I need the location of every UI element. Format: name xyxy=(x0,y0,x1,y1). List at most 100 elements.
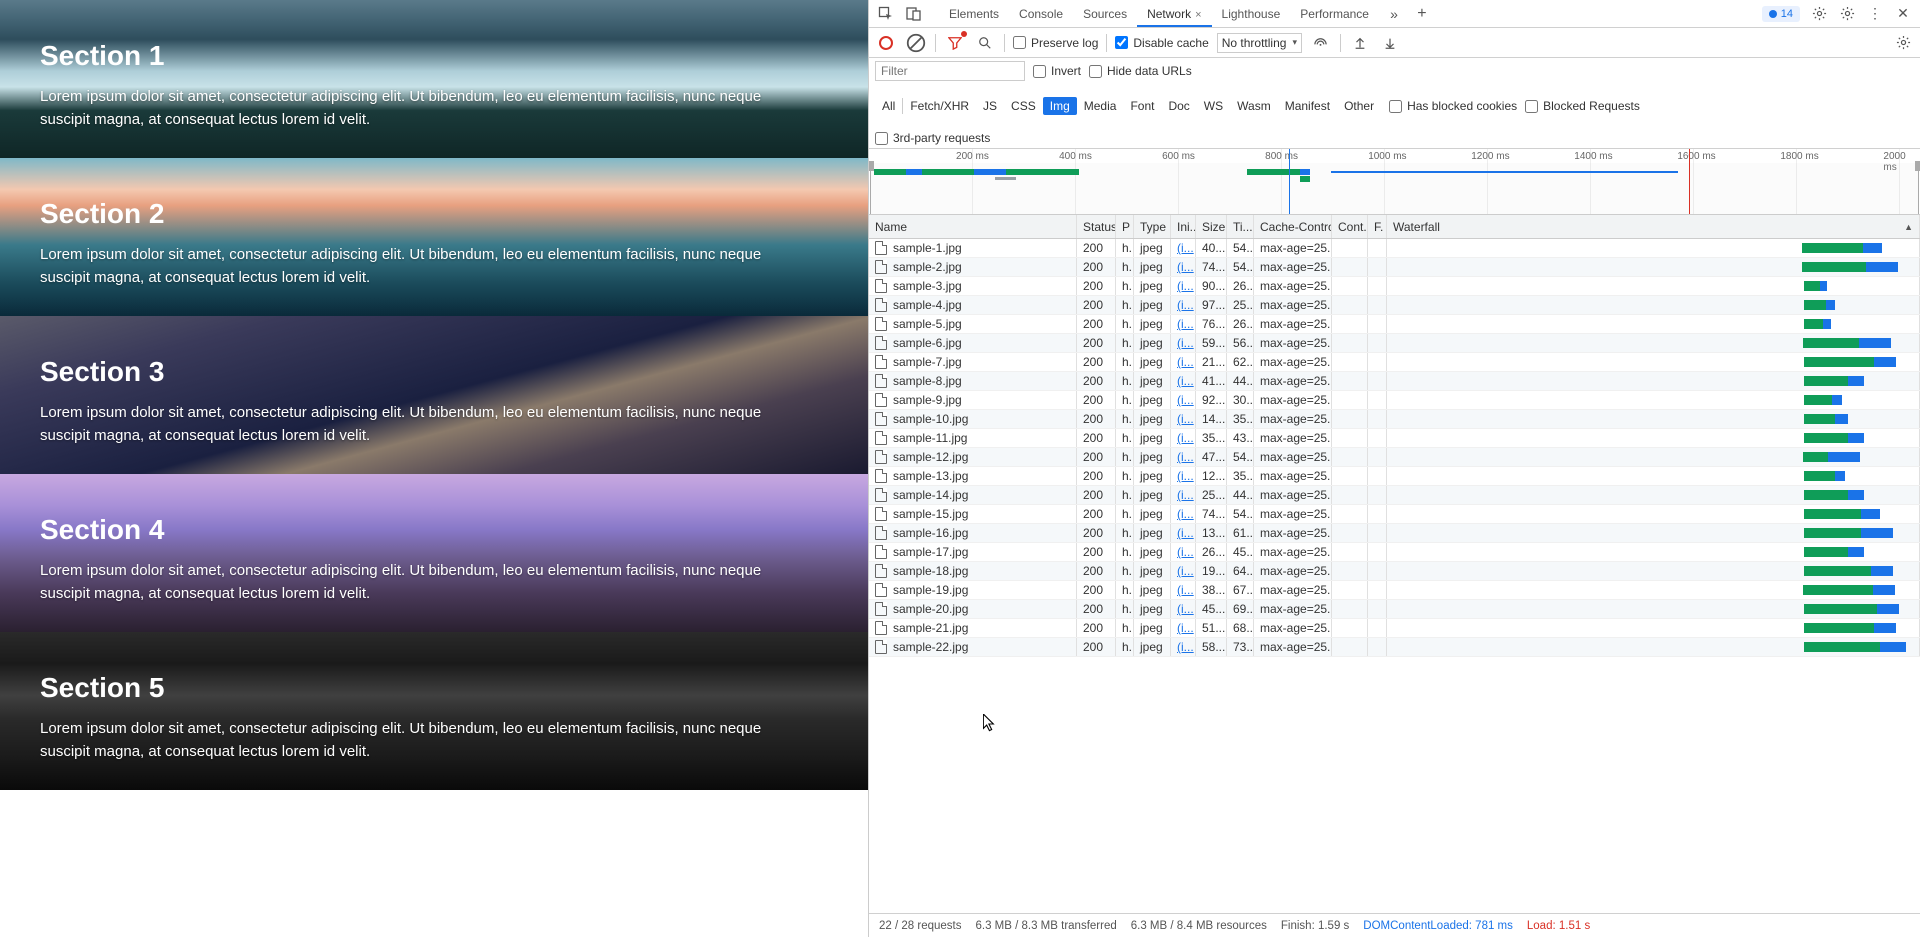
request-initiator[interactable]: (i... xyxy=(1171,315,1196,333)
network-overview[interactable]: 200 ms400 ms600 ms800 ms1000 ms1200 ms14… xyxy=(869,149,1920,215)
col-size[interactable]: Size xyxy=(1196,215,1227,238)
request-initiator[interactable]: (i... xyxy=(1171,486,1196,504)
network-request-row[interactable]: sample-15.jpg200h..jpeg(i...74...54...ma… xyxy=(869,505,1920,524)
network-request-row[interactable]: sample-16.jpg200h..jpeg(i...13...61...ma… xyxy=(869,524,1920,543)
request-initiator[interactable]: (i... xyxy=(1171,524,1196,542)
network-request-row[interactable]: sample-20.jpg200h..jpeg(i...45...69...ma… xyxy=(869,600,1920,619)
network-request-row[interactable]: sample-12.jpg200h..jpeg(i...47...54...ma… xyxy=(869,448,1920,467)
request-initiator[interactable]: (i... xyxy=(1171,448,1196,466)
network-request-row[interactable]: sample-9.jpg200h..jpeg(i...92...30...max… xyxy=(869,391,1920,410)
request-initiator[interactable]: (i... xyxy=(1171,334,1196,352)
close-tab-icon[interactable]: × xyxy=(1195,9,1201,21)
network-request-row[interactable]: sample-10.jpg200h..jpeg(i...14...35...ma… xyxy=(869,410,1920,429)
request-initiator[interactable]: (i... xyxy=(1171,429,1196,447)
tab-sources[interactable]: Sources xyxy=(1073,1,1137,27)
settings-gear-secondary-icon[interactable] xyxy=(1806,1,1832,27)
filter-type-manifest[interactable]: Manifest xyxy=(1278,97,1337,115)
filter-toggle-icon[interactable] xyxy=(944,32,966,54)
throttling-select[interactable]: No throttling xyxy=(1217,33,1302,53)
hide-data-urls-checkbox[interactable]: Hide data URLs xyxy=(1089,64,1192,78)
request-initiator[interactable]: (i... xyxy=(1171,353,1196,371)
network-request-row[interactable]: sample-8.jpg200h..jpeg(i...41...44...max… xyxy=(869,372,1920,391)
network-settings-icon[interactable] xyxy=(1892,32,1914,54)
filter-type-all[interactable]: All xyxy=(875,97,902,115)
col-protocol[interactable]: P xyxy=(1116,215,1134,238)
filter-type-doc[interactable]: Doc xyxy=(1161,97,1196,115)
clear-button[interactable] xyxy=(905,32,927,54)
network-request-row[interactable]: sample-19.jpg200h..jpeg(i...38...67...ma… xyxy=(869,581,1920,600)
request-initiator[interactable]: (i... xyxy=(1171,239,1196,257)
network-request-row[interactable]: sample-1.jpg200h..jpeg(i...40...54...max… xyxy=(869,239,1920,258)
settings-gear-icon[interactable] xyxy=(1834,1,1860,27)
request-initiator[interactable]: (i... xyxy=(1171,600,1196,618)
network-request-row[interactable]: sample-18.jpg200h..jpeg(i...19...64...ma… xyxy=(869,562,1920,581)
tab-elements[interactable]: Elements xyxy=(939,1,1009,27)
inspect-element-icon[interactable] xyxy=(873,1,899,27)
filter-type-media[interactable]: Media xyxy=(1077,97,1124,115)
request-initiator[interactable]: (i... xyxy=(1171,467,1196,485)
request-initiator[interactable]: (i... xyxy=(1171,277,1196,295)
network-request-row[interactable]: sample-11.jpg200h..jpeg(i...35...43...ma… xyxy=(869,429,1920,448)
invert-checkbox[interactable]: Invert xyxy=(1033,64,1081,78)
filter-input[interactable] xyxy=(875,61,1025,81)
network-table-header[interactable]: Name Status P Type Ini... Size Ti... Cac… xyxy=(869,215,1920,239)
tab-lighthouse[interactable]: Lighthouse xyxy=(1212,1,1291,27)
network-request-row[interactable]: sample-14.jpg200h..jpeg(i...25...44...ma… xyxy=(869,486,1920,505)
col-waterfall[interactable]: Waterfall▲ xyxy=(1387,215,1920,238)
col-name[interactable]: Name xyxy=(869,215,1077,238)
col-status[interactable]: Status xyxy=(1077,215,1116,238)
device-toolbar-icon[interactable] xyxy=(901,1,927,27)
export-har-icon[interactable] xyxy=(1379,32,1401,54)
third-party-checkbox[interactable]: 3rd-party requests xyxy=(875,131,990,145)
network-request-row[interactable]: sample-5.jpg200h..jpeg(i...76...26...max… xyxy=(869,315,1920,334)
tab-console[interactable]: Console xyxy=(1009,1,1073,27)
network-request-row[interactable]: sample-4.jpg200h..jpeg(i...97...25...max… xyxy=(869,296,1920,315)
kebab-menu-icon[interactable]: ⋮ xyxy=(1862,1,1888,27)
more-tabs-icon[interactable]: » xyxy=(1381,1,1407,27)
request-initiator[interactable]: (i... xyxy=(1171,410,1196,428)
request-initiator[interactable]: (i... xyxy=(1171,581,1196,599)
preserve-log-checkbox[interactable]: Preserve log xyxy=(1013,36,1098,50)
disable-cache-checkbox[interactable]: Disable cache xyxy=(1115,36,1208,50)
request-initiator[interactable]: (i... xyxy=(1171,258,1196,276)
tab-network[interactable]: Network× xyxy=(1137,1,1211,27)
page-preview[interactable]: Section 1Lorem ipsum dolor sit amet, con… xyxy=(0,0,868,937)
import-har-icon[interactable] xyxy=(1349,32,1371,54)
tab-performance[interactable]: Performance xyxy=(1290,1,1379,27)
network-request-row[interactable]: sample-13.jpg200h..jpeg(i...12...35...ma… xyxy=(869,467,1920,486)
issues-badge[interactable]: 14 xyxy=(1762,6,1800,22)
filter-type-fetch-xhr[interactable]: Fetch/XHR xyxy=(903,97,976,115)
network-conditions-icon[interactable] xyxy=(1310,32,1332,54)
col-initiator[interactable]: Ini... xyxy=(1171,215,1196,238)
col-cache-control[interactable]: Cache-Control xyxy=(1254,215,1332,238)
network-request-row[interactable]: sample-22.jpg200h..jpeg(i...58...73...ma… xyxy=(869,638,1920,657)
request-initiator[interactable]: (i... xyxy=(1171,543,1196,561)
request-initiator[interactable]: (i... xyxy=(1171,619,1196,637)
request-initiator[interactable]: (i... xyxy=(1171,372,1196,390)
col-f[interactable]: F. xyxy=(1368,215,1387,238)
network-request-row[interactable]: sample-3.jpg200h..jpeg(i...90...26...max… xyxy=(869,277,1920,296)
filter-type-css[interactable]: CSS xyxy=(1004,97,1043,115)
filter-type-wasm[interactable]: Wasm xyxy=(1230,97,1278,115)
request-initiator[interactable]: (i... xyxy=(1171,296,1196,314)
close-devtools-icon[interactable]: ✕ xyxy=(1890,1,1916,27)
col-content-encoding[interactable]: Cont... xyxy=(1332,215,1368,238)
request-initiator[interactable]: (i... xyxy=(1171,505,1196,523)
search-icon[interactable] xyxy=(974,32,996,54)
network-request-row[interactable]: sample-7.jpg200h..jpeg(i...21...62...max… xyxy=(869,353,1920,372)
network-request-row[interactable]: sample-17.jpg200h..jpeg(i...26...45...ma… xyxy=(869,543,1920,562)
blocked-requests-checkbox[interactable]: Blocked Requests xyxy=(1525,99,1640,113)
record-button[interactable] xyxy=(875,32,897,54)
request-initiator[interactable]: (i... xyxy=(1171,391,1196,409)
request-initiator[interactable]: (i... xyxy=(1171,638,1196,656)
network-request-row[interactable]: sample-2.jpg200h..jpeg(i...74...54...max… xyxy=(869,258,1920,277)
network-request-row[interactable]: sample-6.jpg200h..jpeg(i...59...56...max… xyxy=(869,334,1920,353)
filter-type-js[interactable]: JS xyxy=(976,97,1004,115)
network-request-row[interactable]: sample-21.jpg200h..jpeg(i...51...68...ma… xyxy=(869,619,1920,638)
has-blocked-cookies-checkbox[interactable]: Has blocked cookies xyxy=(1389,99,1517,113)
request-initiator[interactable]: (i... xyxy=(1171,562,1196,580)
filter-type-other[interactable]: Other xyxy=(1337,97,1381,115)
col-type[interactable]: Type xyxy=(1134,215,1171,238)
new-tab-icon[interactable]: + xyxy=(1409,1,1435,27)
filter-type-img[interactable]: Img xyxy=(1043,97,1077,115)
